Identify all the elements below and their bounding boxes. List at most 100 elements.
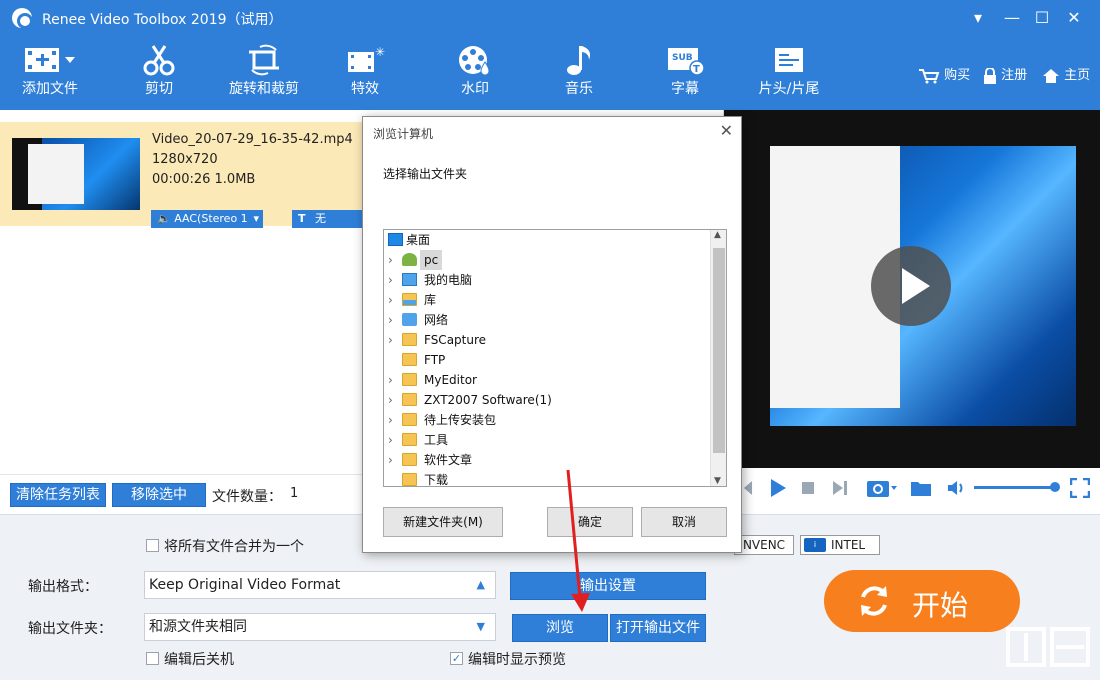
tree-node-label: 待上传安装包	[424, 413, 497, 427]
scroll-down-icon[interactable]: ▼	[714, 476, 721, 486]
tree-node-library[interactable]: › 库	[384, 290, 710, 310]
clear-list-button[interactable]: 清除任务列表	[10, 483, 106, 507]
nvenc-badge[interactable]: NVENC	[734, 535, 794, 555]
toolbar-label: 旋转和裁剪	[229, 81, 299, 97]
intel-badge[interactable]: i INTEL	[800, 535, 880, 555]
tree-node-folder[interactable]: › FSCapture	[384, 330, 710, 350]
home-link[interactable]: 主页	[1042, 64, 1090, 84]
merge-files-checkbox[interactable]	[146, 539, 159, 552]
video-preview[interactable]	[724, 110, 1100, 468]
user-icon	[402, 253, 417, 266]
tree-node-folder[interactable]: › ZXT2007 Software(1)	[384, 390, 710, 410]
app-logo-icon	[12, 8, 33, 29]
shutdown-after-checkbox[interactable]	[146, 652, 159, 665]
file-count-value: 1	[290, 486, 299, 501]
open-folder-icon[interactable]	[910, 478, 932, 498]
file-duration-size: 00:00:26 1.0MB	[152, 172, 256, 187]
tree-scrollbar[interactable]: ▲ ▼	[710, 230, 726, 486]
dropdown-menu-icon[interactable]: ▾	[964, 6, 992, 30]
fullscreen-icon[interactable]	[1070, 478, 1090, 498]
tree-node-pc[interactable]: › pc	[384, 250, 710, 270]
ok-button[interactable]: 确定	[547, 507, 633, 537]
tree-node-label: 软件文章	[424, 453, 473, 467]
tree-node-network[interactable]: › 网络	[384, 310, 710, 330]
tree-node-folder[interactable]: › 软件文章	[384, 450, 710, 470]
tree-node-label: FTP	[424, 353, 446, 367]
toolbar-subtitle[interactable]: SUB T 字幕	[660, 36, 710, 110]
tree-node-label: ZXT2007 Software(1)	[424, 393, 552, 407]
watermark-logo-icon	[1006, 627, 1090, 667]
volume-slider-handle[interactable]	[1050, 482, 1060, 492]
output-format-value: Keep Original Video Format	[149, 577, 341, 593]
chevron-right-icon: ›	[388, 293, 393, 307]
refresh-icon	[861, 586, 887, 616]
tree-node-folder[interactable]: › MyEditor	[384, 370, 710, 390]
intel-label: INTEL	[831, 538, 866, 552]
toolbar-label: 水印	[461, 81, 489, 97]
buy-link[interactable]: 购买	[918, 64, 970, 84]
dialog-close-icon[interactable]: ✕	[720, 121, 733, 140]
chevron-right-icon: ›	[388, 413, 393, 427]
folder-icon	[402, 433, 417, 446]
open-output-folder-button[interactable]: 打开输出文件	[610, 614, 706, 642]
tree-node-folder[interactable]: › 工具	[384, 430, 710, 450]
browse-button[interactable]: 浏览	[512, 614, 608, 642]
subtitle-label: 无	[315, 212, 327, 225]
prev-frame-icon[interactable]	[742, 480, 754, 496]
tree-node-folder[interactable]: › 待上传安装包	[384, 410, 710, 430]
show-preview-checkbox[interactable]: ✓	[450, 652, 463, 665]
toolbar-rotate-crop[interactable]: 旋转和裁剪	[226, 36, 302, 110]
subtitle-select[interactable]: T 无	[292, 210, 364, 228]
start-button[interactable]: 开始	[824, 570, 1020, 632]
show-preview-label: 编辑时显示预览	[468, 652, 566, 668]
maximize-button[interactable]: ☐	[1028, 6, 1056, 30]
close-button[interactable]: ✕	[1060, 6, 1088, 30]
tree-node-label: FSCapture	[424, 333, 487, 347]
network-icon	[402, 313, 417, 326]
tree-node-label: 工具	[424, 433, 449, 447]
home-icon	[1043, 68, 1059, 83]
speaker-icon: 🔈	[157, 212, 171, 225]
folder-tree[interactable]: 桌面 › pc › 我的电脑 › 库 › 网络 › FSCapture FTP …	[383, 229, 727, 487]
output-format-select[interactable]: Keep Original Video Format ▲	[144, 571, 496, 599]
scrollbar-thumb[interactable]	[713, 248, 725, 453]
site-watermark	[1006, 625, 1092, 676]
play-overlay-icon[interactable]	[871, 246, 951, 326]
toolbar-watermark[interactable]: 水印	[452, 36, 498, 110]
file-count-label: 文件数量：	[212, 489, 282, 505]
tree-node-folder[interactable]: 下载	[384, 470, 710, 486]
toolbar-add-file[interactable]: 添加文件	[14, 36, 86, 110]
file-resolution: 1280x720	[152, 152, 218, 167]
cancel-button[interactable]: 取消	[641, 507, 727, 537]
tree-node-my-computer[interactable]: › 我的电脑	[384, 270, 710, 290]
buy-label: 购买	[944, 68, 971, 83]
computer-icon	[402, 273, 417, 286]
toolbar-intro-outro[interactable]: 片头/片尾	[754, 36, 824, 110]
toolbar-label: 剪切	[145, 81, 173, 97]
play-icon[interactable]	[768, 478, 788, 498]
chevron-right-icon: ›	[388, 393, 393, 407]
tree-node-folder[interactable]: FTP	[384, 350, 710, 370]
folder-icon	[402, 453, 417, 466]
toolbar-effects[interactable]: ✳ 特效	[342, 36, 388, 110]
volume-icon[interactable]	[946, 478, 966, 498]
toolbar-music[interactable]: 音乐	[556, 36, 602, 110]
new-folder-button[interactable]: 新建文件夹(M)	[383, 507, 503, 537]
toolbar-cut[interactable]: 剪切	[132, 36, 186, 110]
audio-track-select[interactable]: 🔈 AAC(Stereo 1 ▾	[151, 210, 263, 228]
output-folder-select[interactable]: 和源文件夹相同 ▼	[144, 613, 496, 641]
output-settings-button[interactable]: 输出设置	[510, 572, 706, 600]
minimize-button[interactable]: —	[998, 6, 1026, 30]
scroll-up-icon[interactable]: ▲	[714, 230, 721, 240]
tree-node-desktop[interactable]: 桌面	[384, 230, 710, 250]
chevron-right-icon: ›	[388, 373, 393, 387]
chevron-down-icon: ▼	[476, 620, 485, 633]
remove-selected-button[interactable]: 移除选中	[112, 483, 206, 507]
volume-slider[interactable]	[974, 486, 1054, 489]
stop-icon[interactable]	[802, 482, 814, 494]
dialog-title: 浏览计算机	[373, 127, 434, 141]
snapshot-camera-icon[interactable]	[866, 477, 898, 499]
register-link[interactable]: 注册	[983, 64, 1027, 84]
next-frame-icon[interactable]	[832, 480, 848, 496]
toolbar-label: 特效	[351, 81, 379, 97]
